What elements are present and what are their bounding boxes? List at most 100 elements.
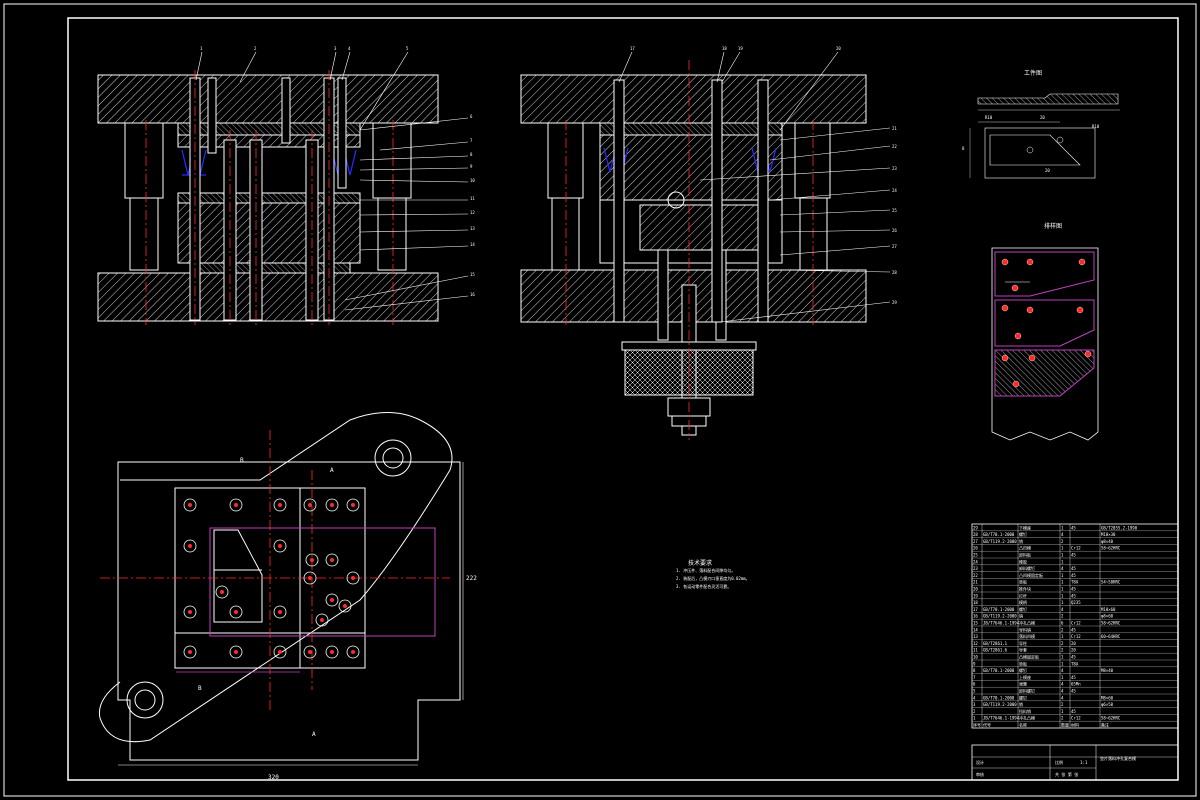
- bom-cell-no: 10: [973, 655, 978, 660]
- bom-cell-code: GB/T70.1-2000: [983, 668, 1015, 673]
- bom-cell-material: 45: [1071, 566, 1076, 571]
- callout-label: 23: [892, 166, 897, 171]
- callout-label: 27: [892, 244, 897, 249]
- bom-cell-qty: 1: [1061, 580, 1064, 585]
- strip-title: 排样图: [1044, 222, 1062, 230]
- bom-cell-material: 45: [1071, 709, 1076, 714]
- callout-label: 17: [630, 46, 635, 51]
- bom-cell-no: 16: [973, 614, 978, 619]
- scale-label: 比例: [1055, 759, 1063, 765]
- hole-center: [220, 590, 224, 594]
- tech-req-line-1: 1. 冲压件、落料配合间隙均匀。: [676, 567, 735, 573]
- bom-cell-material: 45: [1071, 587, 1076, 592]
- callout-label: 16: [470, 292, 475, 297]
- bom-cell-code: GB/T2861.1: [983, 641, 1008, 646]
- bom-cell-name: 橡胶: [1019, 558, 1027, 564]
- bom-cell-note: M8×60: [1101, 695, 1114, 700]
- bom-cell-name: 卸料螺钉: [1019, 565, 1035, 571]
- callout-label: 25: [892, 208, 897, 213]
- bom-cell-qty: 1: [1061, 661, 1064, 666]
- hole-center: [188, 650, 192, 654]
- designer-label: 设计: [976, 759, 984, 765]
- part-dim-3: R10: [1092, 124, 1100, 129]
- hole-center: [310, 558, 314, 562]
- callout-label: 29: [892, 300, 897, 305]
- bom-cell-name: 打杆: [1019, 592, 1027, 598]
- bom-cell-name: 下模座: [1019, 524, 1031, 530]
- hole-center: [308, 503, 312, 507]
- bom-cell-no: 11: [973, 648, 978, 653]
- bom-cell-qty: 1: [1061, 553, 1064, 558]
- bom-cell-name: 凸凹模固定板: [1019, 572, 1043, 578]
- strip-hole: [1011, 284, 1019, 292]
- bom-cell-name: 销: [1019, 701, 1023, 707]
- bom-cell-name: 挡料销: [1019, 708, 1031, 714]
- callout-label: 21: [892, 126, 897, 131]
- callout-label: 8: [470, 152, 473, 157]
- hole-center: [330, 598, 334, 602]
- bom-cell-material: 20: [1071, 648, 1076, 653]
- strip-hole: [1001, 354, 1009, 362]
- bom-cell-name: 上模座: [1019, 674, 1031, 680]
- strip-hole: [1001, 304, 1009, 312]
- hole-center: [330, 503, 334, 507]
- bom-cell-code: GB/T70.1-2000: [983, 695, 1015, 700]
- bom-cell-qty: 4: [1061, 607, 1064, 612]
- bom-cell-name: 导柱: [1019, 640, 1027, 646]
- bom-cell-qty: 2: [1061, 614, 1064, 619]
- bom-cell-name: 凸凹模: [1019, 545, 1031, 551]
- bom-cell-material: 45: [1071, 573, 1076, 578]
- plan-dim-height: 222: [466, 575, 477, 582]
- bom-cell-name: 冲孔凸模: [1019, 715, 1035, 721]
- bom-cell-qty: 2: [1061, 702, 1064, 707]
- bom-cell-name: 卸料螺钉: [1019, 688, 1035, 694]
- main-section-view: [97, 51, 469, 325]
- bom-cell-code: JB/T7646.1-1994: [983, 716, 1020, 721]
- strip-hole: [1001, 258, 1009, 266]
- strip-hole: [1014, 332, 1022, 340]
- bom-cell-no: 8: [973, 668, 976, 673]
- bom-cell-material: 20: [1071, 641, 1076, 646]
- bom-cell-no: 24: [973, 559, 978, 564]
- bom-cell-name: 冲孔凸模: [1019, 620, 1035, 626]
- bom-cell-material: Cr12: [1071, 716, 1081, 721]
- bom-cell-no: 19: [973, 593, 978, 598]
- bom-cell-note: φ8×60: [1101, 614, 1114, 619]
- part-dim-4: 8: [962, 146, 965, 151]
- section-label-b-top: B: [240, 457, 244, 464]
- strip-hole: [1076, 306, 1084, 314]
- bom-cell-qty: 2: [1061, 627, 1064, 632]
- bom-cell-note: 58~62HRC: [1101, 546, 1121, 551]
- hole-center: [320, 618, 324, 622]
- callout-label: 1: [200, 46, 203, 51]
- callout-label: 15: [470, 272, 475, 277]
- bom-cell-code: GB/T119.2-2000: [983, 702, 1017, 707]
- bom-cell-qty: 2: [1061, 716, 1064, 721]
- bom-cell-note: GB/T2855.2-1990: [1101, 525, 1138, 530]
- hole-center: [234, 610, 238, 614]
- callout-label: 14: [470, 242, 475, 247]
- bom-cell-no: 4: [973, 695, 976, 700]
- bom-cell-qty: 1: [1061, 546, 1064, 551]
- tech-req-line-3: 3. 各运动零件配合灵活可靠。: [676, 583, 731, 589]
- bom-cell-material: 45: [1071, 553, 1076, 558]
- bom-cell-name: 导套: [1019, 647, 1027, 653]
- bom-cell-no: 23: [973, 566, 978, 571]
- bom-cell-code: JB/T7646.1-1994: [983, 621, 1020, 626]
- plan-dim-width: 320: [268, 774, 279, 781]
- callout-label: 13: [470, 226, 475, 231]
- cad-drawing: 320 222 B B A A 技术要求 1. 冲压件、落料配合间隙均匀。 2.…: [3, 3, 1197, 797]
- bom-header-material: 材料: [1071, 722, 1079, 728]
- section-label-b-bottom: B: [198, 685, 202, 692]
- hole-center: [278, 610, 282, 614]
- bom-cell-qty: 1: [1061, 587, 1064, 592]
- hole-center: [278, 650, 282, 654]
- callout-label: 28: [892, 270, 897, 275]
- bom-cell-qty: 4: [1061, 682, 1064, 687]
- bom-cell-name: 螺钉: [1019, 606, 1027, 612]
- callout-label: 18: [722, 46, 727, 51]
- callout-label: 9: [470, 164, 473, 169]
- bom-cell-name: 螺钉: [1019, 531, 1027, 537]
- bom-header-code: 代号: [983, 722, 991, 728]
- bom-cell-name: 螺钉: [1019, 667, 1027, 673]
